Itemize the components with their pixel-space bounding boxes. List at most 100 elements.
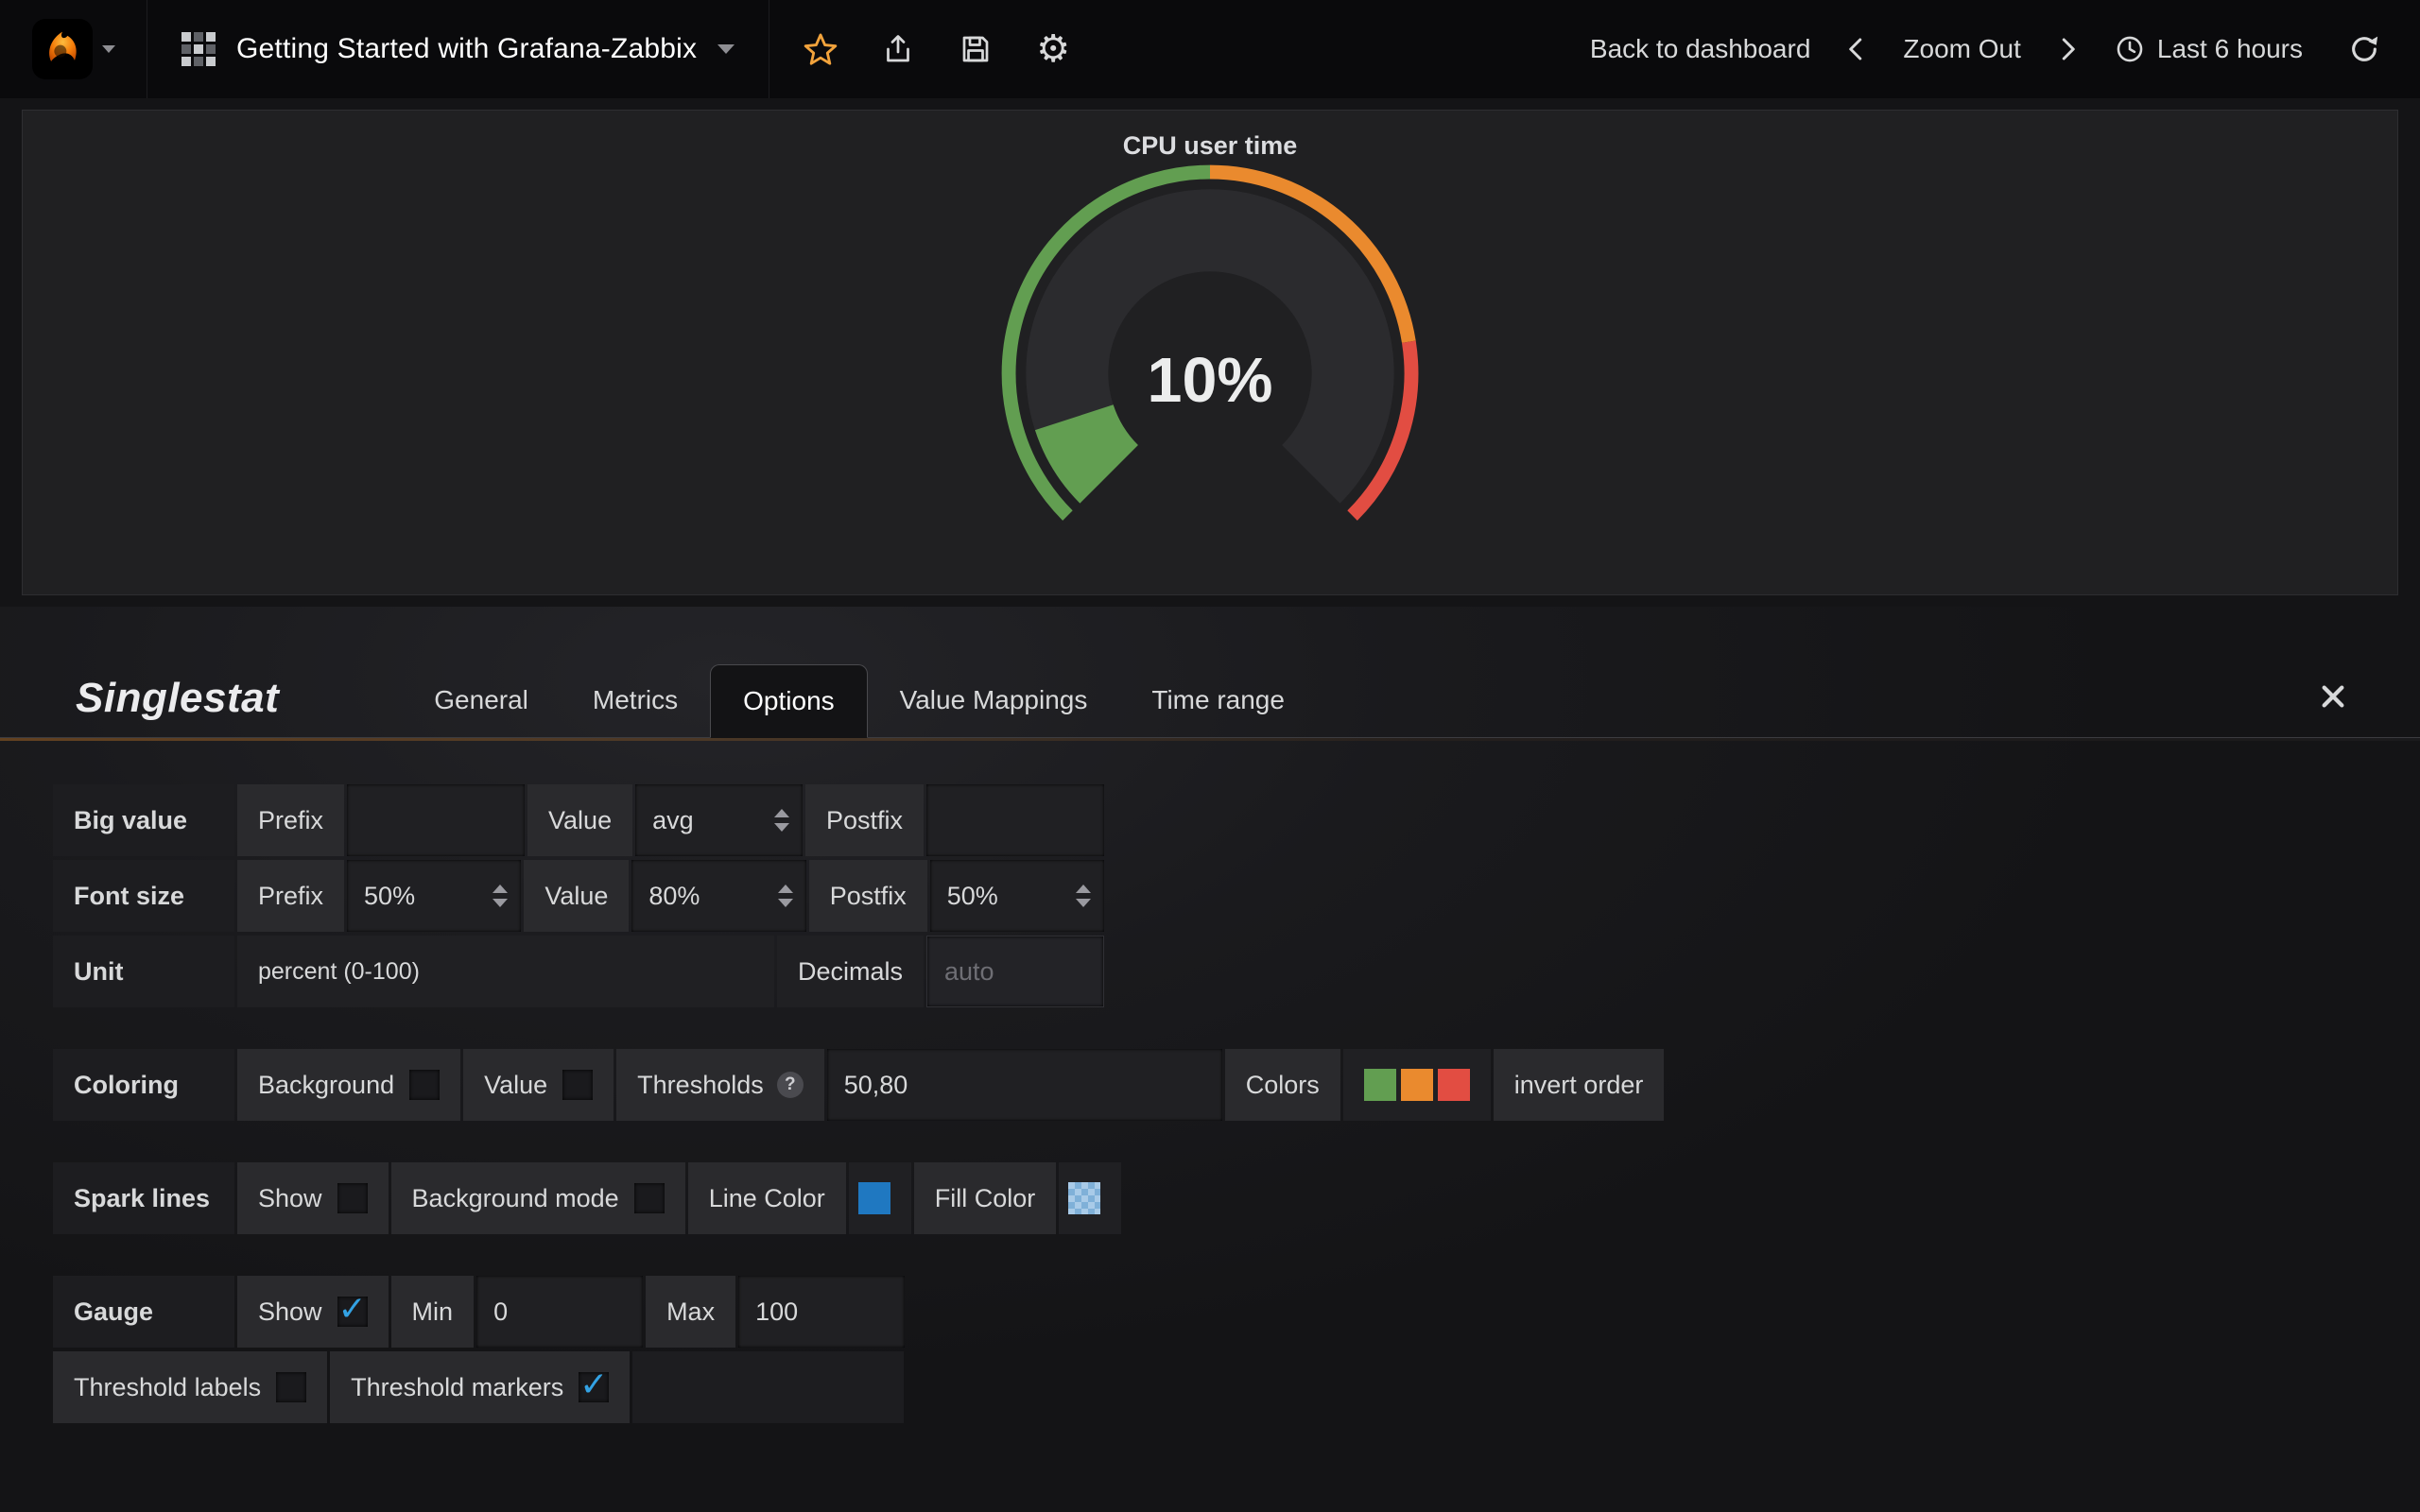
background-mode-label: Background mode <box>412 1184 619 1213</box>
font-size-row: Font size Prefix 50% Value 80% Postfix 5… <box>53 860 1104 932</box>
help-icon[interactable] <box>777 1072 804 1098</box>
show-label: Show <box>258 1297 322 1327</box>
back-to-dashboard-link[interactable]: Back to dashboard <box>1590 34 1811 64</box>
postfix-label: Postfix <box>809 860 927 932</box>
postfix-font-size-select[interactable]: 50% <box>930 860 1104 932</box>
editor-close-button[interactable] <box>2318 681 2348 737</box>
background-mode-checkbox[interactable] <box>634 1183 665 1213</box>
caret-down-icon <box>717 44 735 54</box>
tab-value-mappings[interactable]: Value Mappings <box>868 663 1120 737</box>
threshold-markers-toggle: Threshold markers <box>330 1351 630 1423</box>
big-value-row: Big value Prefix Value avg Postfix <box>53 784 1104 856</box>
tab-metrics[interactable]: Metrics <box>561 663 710 737</box>
dashboard-title-button[interactable]: Getting Started with Grafana-Zabbix <box>147 0 769 98</box>
background-label: Background <box>258 1071 394 1100</box>
gauge-value-arc <box>1074 418 1109 474</box>
settings-gear-button[interactable]: ⚙ <box>1021 17 1085 81</box>
show-label: Show <box>258 1184 322 1213</box>
gauge-value-text: 10% <box>1148 346 1273 416</box>
decimals-input[interactable] <box>926 936 1104 1007</box>
big-value-postfix-input[interactable] <box>926 784 1104 856</box>
big-value-stat-select[interactable]: avg <box>635 784 803 856</box>
value-font-size-select[interactable]: 80% <box>631 860 805 932</box>
unit-value-button[interactable]: percent (0-100) <box>237 936 774 1007</box>
gauge-label: Gauge <box>53 1276 234 1348</box>
gauge-show-checkbox[interactable] <box>337 1297 368 1327</box>
value-options-group: Big value Prefix Value avg Postfix Font … <box>53 784 1104 1007</box>
line-color-label: Line Color <box>688 1162 846 1234</box>
grafana-logo-icon <box>32 19 93 79</box>
select-arrows-icon <box>778 885 793 907</box>
thresholds-label: Thresholds <box>637 1071 764 1100</box>
threshold-colors-cell <box>1343 1049 1491 1121</box>
thresholds-input[interactable] <box>827 1049 1222 1121</box>
time-shift-forward-button[interactable] <box>2053 35 2082 63</box>
tab-general[interactable]: General <box>402 663 561 737</box>
coloring-row: Coloring Background Value Thresholds C <box>53 1049 2420 1121</box>
tab-options[interactable]: Options <box>710 664 868 738</box>
refresh-icon <box>2348 33 2380 65</box>
coloring-label: Coloring <box>53 1049 234 1121</box>
share-button[interactable] <box>866 17 930 81</box>
selected-postfix-size: 50% <box>947 882 998 911</box>
coloring-group: Coloring Background Value Thresholds C <box>53 1049 2420 1121</box>
prefix-label: Prefix <box>237 860 344 932</box>
gauge-options-group: Gauge Show Min Max Threshold labels <box>53 1276 904 1423</box>
prefix-label: Prefix <box>237 784 344 856</box>
green-color-swatch[interactable] <box>1364 1069 1396 1101</box>
background-checkbox[interactable] <box>409 1070 440 1100</box>
line-color-swatch[interactable] <box>858 1182 890 1214</box>
tab-time-range[interactable]: Time range <box>1119 663 1317 737</box>
invert-order-button[interactable]: invert order <box>1494 1049 1665 1121</box>
spark-lines-label: Spark lines <box>53 1162 234 1234</box>
gauge-min-input[interactable] <box>476 1276 643 1348</box>
star-button[interactable] <box>788 17 853 81</box>
spark-show-checkbox[interactable] <box>337 1183 368 1213</box>
editor-header: Singlestat General Metrics Options Value… <box>0 662 2420 737</box>
save-button[interactable] <box>943 17 1008 81</box>
refresh-button[interactable] <box>2348 33 2380 65</box>
line-color-cell <box>849 1162 911 1234</box>
postfix-label: Postfix <box>805 784 924 856</box>
threshold-markers-label: Threshold markers <box>351 1373 563 1402</box>
gauge-row: Gauge Show Min Max <box>53 1276 904 1348</box>
orange-color-swatch[interactable] <box>1401 1069 1433 1101</box>
threshold-labels-checkbox[interactable] <box>276 1372 306 1402</box>
grafana-menu-button[interactable] <box>0 0 147 98</box>
select-arrows-icon <box>774 809 789 832</box>
dashboard-title: Getting Started with Grafana-Zabbix <box>236 33 697 65</box>
value-checkbox[interactable] <box>562 1070 593 1100</box>
unit-label: Unit <box>53 936 234 1007</box>
gauge-max-input[interactable] <box>738 1276 905 1348</box>
selected-prefix-size: 50% <box>364 882 415 911</box>
time-range-picker-button[interactable]: Last 6 hours <box>2114 33 2303 65</box>
red-color-swatch[interactable] <box>1438 1069 1470 1101</box>
filler-cell <box>632 1351 904 1423</box>
prefix-font-size-select[interactable]: 50% <box>347 860 521 932</box>
spark-lines-row: Spark lines Show Background mode Line Co… <box>53 1162 2420 1234</box>
spark-background-mode-toggle: Background mode <box>391 1162 685 1234</box>
selected-stat: avg <box>652 806 694 835</box>
singlestat-panel: CPU user time 10% <box>22 110 2398 595</box>
fill-color-swatch[interactable] <box>1068 1182 1100 1214</box>
panel-type-title: Singlestat <box>76 675 279 737</box>
color-swatches <box>1364 1069 1470 1101</box>
gauge-show-toggle: Show <box>237 1276 389 1348</box>
panel-title[interactable]: CPU user time <box>23 111 2397 161</box>
threshold-toggles-row: Threshold labels Threshold markers <box>53 1351 904 1423</box>
navbar-actions: ⚙ <box>769 17 1104 81</box>
time-shift-back-button[interactable] <box>1842 35 1871 63</box>
threshold-markers-checkbox[interactable] <box>579 1372 609 1402</box>
options-form: Big value Prefix Value avg Postfix Font … <box>0 741 2420 1423</box>
select-arrows-icon <box>493 885 508 907</box>
big-value-prefix-input[interactable] <box>347 784 525 856</box>
zoom-out-button[interactable]: Zoom Out <box>1903 34 2020 64</box>
gauge-chart: 10% <box>994 157 1426 590</box>
fill-color-label: Fill Color <box>914 1162 1057 1234</box>
max-label: Max <box>646 1276 735 1348</box>
value-label: Value <box>524 860 629 932</box>
gear-icon: ⚙ <box>1036 30 1070 68</box>
decimals-label: Decimals <box>777 936 924 1007</box>
panel-editor: Singlestat General Metrics Options Value… <box>0 607 2420 1512</box>
threshold-labels-label: Threshold labels <box>74 1373 261 1402</box>
